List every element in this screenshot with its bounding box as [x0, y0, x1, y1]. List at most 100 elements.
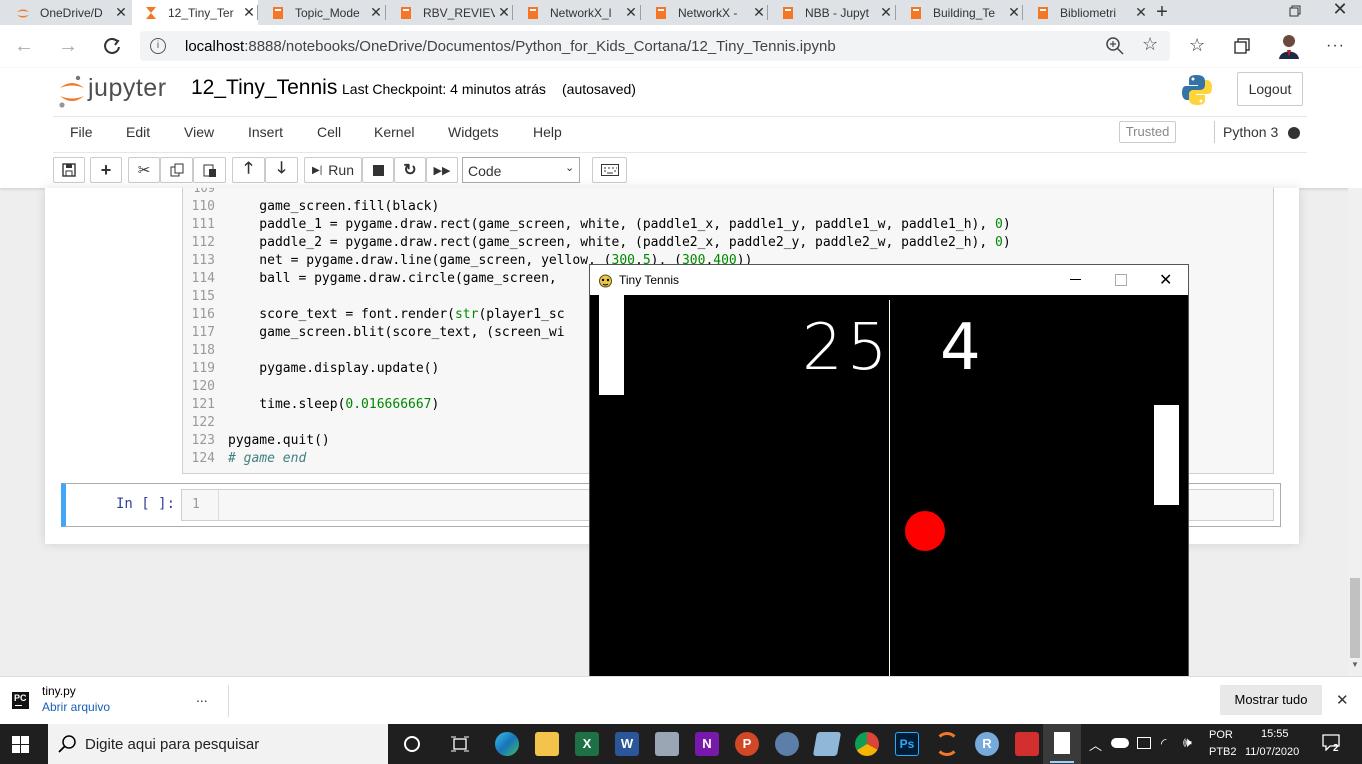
chrome-icon[interactable]: [855, 732, 879, 756]
command-palette-button[interactable]: [592, 157, 627, 183]
tab-close-icon[interactable]: ✕: [367, 4, 385, 21]
tab-close-icon[interactable]: ✕: [1132, 4, 1150, 21]
tab-close-icon[interactable]: ✕: [240, 4, 258, 21]
open-file-link[interactable]: Abrir arquivo: [42, 700, 110, 714]
page-scrollbar[interactable]: ▼: [1348, 188, 1362, 676]
cortana-icon[interactable]: [404, 736, 420, 752]
browser-tab[interactable]: Building_Te ✕: [897, 0, 1023, 25]
browser-tab[interactable]: Bibliometri ✕: [1024, 0, 1150, 25]
chevron-up-icon[interactable]: ︿: [1089, 735, 1102, 754]
menu-help[interactable]: Help: [533, 124, 562, 140]
tab-close-icon[interactable]: ✕: [750, 4, 768, 21]
download-filename[interactable]: tiny.py: [42, 684, 76, 698]
acrobat-icon[interactable]: [1015, 732, 1039, 756]
show-all-downloads-button[interactable]: Mostrar tudo: [1220, 685, 1322, 715]
scrollbar-thumb[interactable]: [1350, 578, 1360, 658]
close-icon[interactable]: ✕: [1159, 270, 1172, 290]
task-view-icon[interactable]: [451, 736, 469, 752]
favorite-star-icon[interactable]: ☆: [1142, 34, 1158, 55]
cell-type-select[interactable]: Code ⌄: [462, 157, 580, 183]
cut-button[interactable]: ✂: [128, 157, 160, 183]
notes-app-icon[interactable]: [812, 732, 842, 756]
notepad-icon[interactable]: [1054, 732, 1070, 754]
back-button[interactable]: ←: [14, 36, 36, 56]
onenote-icon[interactable]: N: [695, 732, 719, 756]
refresh-button[interactable]: [102, 36, 124, 58]
browser-tab[interactable]: NetworkX_l ✕: [514, 0, 640, 25]
run-button[interactable]: ▶| Run: [304, 157, 362, 183]
close-download-bar-icon[interactable]: ✕: [1336, 691, 1349, 709]
browser-tab[interactable]: RBV_REVIEV ✕: [387, 0, 513, 25]
notebook-name[interactable]: 12_Tiny_Tennis: [191, 76, 337, 100]
collections-button[interactable]: [1234, 38, 1250, 54]
forward-button[interactable]: →: [58, 36, 80, 56]
menu-edit[interactable]: Edit: [126, 124, 150, 140]
calculator-icon[interactable]: [655, 732, 679, 756]
keyboard-layout[interactable]: PTB2: [1209, 746, 1237, 758]
photoshop-icon[interactable]: Ps: [895, 732, 919, 756]
close-window-button[interactable]: ✕: [1331, 0, 1349, 20]
network-app-icon[interactable]: [775, 732, 799, 756]
volume-icon[interactable]: 🕪: [1183, 734, 1192, 751]
menu-cell[interactable]: Cell: [317, 124, 341, 140]
tab-close-icon[interactable]: ✕: [622, 4, 640, 21]
clock-time[interactable]: 15:55: [1261, 728, 1289, 740]
browser-tab[interactable]: 12_Tiny_Ter ✕: [132, 0, 258, 25]
tab-close-icon[interactable]: ✕: [1005, 4, 1023, 21]
windows-start-icon[interactable]: [12, 736, 29, 753]
zoom-button[interactable]: [1105, 36, 1125, 56]
kernel-name[interactable]: Python 3: [1223, 124, 1278, 140]
menu-widgets[interactable]: Widgets: [448, 124, 499, 140]
r-icon[interactable]: R: [975, 732, 999, 756]
pygame-window[interactable]: Tiny Tennis ✕ 25 4: [589, 264, 1189, 695]
address-bar[interactable]: i localhost:8888/notebooks/OneDrive/Docu…: [140, 31, 1170, 61]
browser-tab[interactable]: NetworkX - ✕: [642, 0, 768, 25]
restart-run-all-button[interactable]: ▶▶: [426, 157, 458, 183]
browser-tab[interactable]: Topic_Mode ✕: [259, 0, 385, 25]
download-more-button[interactable]: ...: [196, 689, 208, 705]
taskbar-search-box[interactable]: Digite aqui para pesquisar: [48, 724, 388, 764]
save-button[interactable]: [53, 157, 85, 183]
favorites-icon[interactable]: ☆: [1189, 35, 1205, 56]
excel-icon[interactable]: X: [575, 732, 599, 756]
settings-more-icon[interactable]: ···: [1326, 37, 1345, 55]
minimize-icon[interactable]: [1070, 279, 1081, 280]
info-icon[interactable]: i: [150, 38, 166, 54]
input-language[interactable]: POR: [1209, 729, 1233, 741]
paste-button[interactable]: [193, 157, 226, 183]
restart-kernel-button[interactable]: ↻: [394, 157, 426, 183]
wifi-icon[interactable]: ◜: [1161, 735, 1166, 752]
copy-button[interactable]: [160, 157, 193, 183]
move-down-button[interactable]: 🡓: [265, 157, 298, 183]
clock-date[interactable]: 11/07/2020: [1245, 746, 1299, 758]
restore-window-button[interactable]: [1288, 4, 1302, 18]
new-tab-button[interactable]: +: [1153, 2, 1171, 22]
insert-cell-button[interactable]: +: [90, 157, 122, 183]
browser-tab[interactable]: OneDrive/D ✕: [4, 0, 130, 25]
tab-separator: [385, 5, 386, 20]
tab-close-icon[interactable]: ✕: [112, 4, 130, 21]
tab-close-icon[interactable]: ✕: [495, 4, 513, 21]
menu-kernel[interactable]: Kernel: [374, 124, 414, 140]
browser-tab[interactable]: NBB - Jupyt ✕: [769, 0, 895, 25]
interrupt-kernel-button[interactable]: [362, 157, 394, 183]
jupyter-taskbar-icon[interactable]: [935, 732, 959, 756]
profile-avatar[interactable]: [1278, 33, 1300, 59]
move-up-button[interactable]: 🡑: [232, 157, 265, 183]
file-explorer-icon[interactable]: [535, 732, 559, 756]
network-icon[interactable]: [1137, 737, 1151, 749]
menu-insert[interactable]: Insert: [248, 124, 283, 140]
powerpoint-icon[interactable]: P: [735, 732, 759, 756]
word-icon[interactable]: W: [615, 732, 639, 756]
jupyter-logo-icon[interactable]: [58, 74, 86, 108]
menu-file[interactable]: File: [70, 124, 93, 140]
edge-icon[interactable]: [495, 732, 519, 756]
logout-button[interactable]: Logout: [1237, 72, 1303, 106]
tab-close-icon[interactable]: ✕: [877, 4, 895, 21]
menu-view[interactable]: View: [184, 124, 214, 140]
onedrive-cloud-icon[interactable]: [1111, 738, 1129, 748]
trusted-indicator[interactable]: Trusted: [1119, 121, 1176, 143]
scroll-down-icon[interactable]: ▼: [1351, 660, 1359, 669]
maximize-icon[interactable]: [1115, 274, 1127, 286]
pygame-title-bar[interactable]: Tiny Tennis ✕: [590, 265, 1188, 295]
